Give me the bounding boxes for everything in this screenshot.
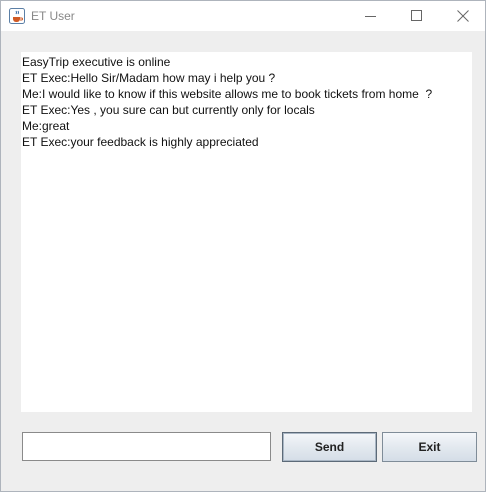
exit-button[interactable]: Exit — [382, 432, 477, 462]
window-title: ET User — [31, 9, 75, 23]
send-button[interactable]: Send — [282, 432, 377, 462]
maximize-button[interactable] — [394, 1, 440, 31]
app-window: ET User EasyTrip executive is online ET … — [0, 0, 486, 492]
minimize-button[interactable] — [348, 1, 394, 31]
message-input[interactable] — [22, 432, 271, 461]
close-icon — [457, 10, 469, 22]
chat-line-exec-greeting: ET Exec:Hello Sir/Madam how may i help y… — [22, 71, 276, 85]
chat-line-exec-answer: ET Exec:Yes , you sure can but currently… — [22, 103, 315, 117]
chat-line-user-reply: Me:great — [22, 119, 70, 133]
title-bar[interactable]: ET User — [1, 1, 485, 31]
chat-line-exec-closing: ET Exec:your feedback is highly apprecia… — [22, 135, 259, 149]
minimize-icon — [365, 16, 376, 17]
close-button[interactable] — [440, 1, 486, 31]
chat-line-status: EasyTrip executive is online — [22, 55, 171, 69]
java-cup-icon — [9, 8, 25, 24]
chat-line-user-question: Me:I would like to know if this website … — [22, 87, 433, 101]
chat-transcript[interactable]: EasyTrip executive is online ET Exec:Hel… — [21, 52, 472, 412]
maximize-icon — [411, 10, 422, 21]
